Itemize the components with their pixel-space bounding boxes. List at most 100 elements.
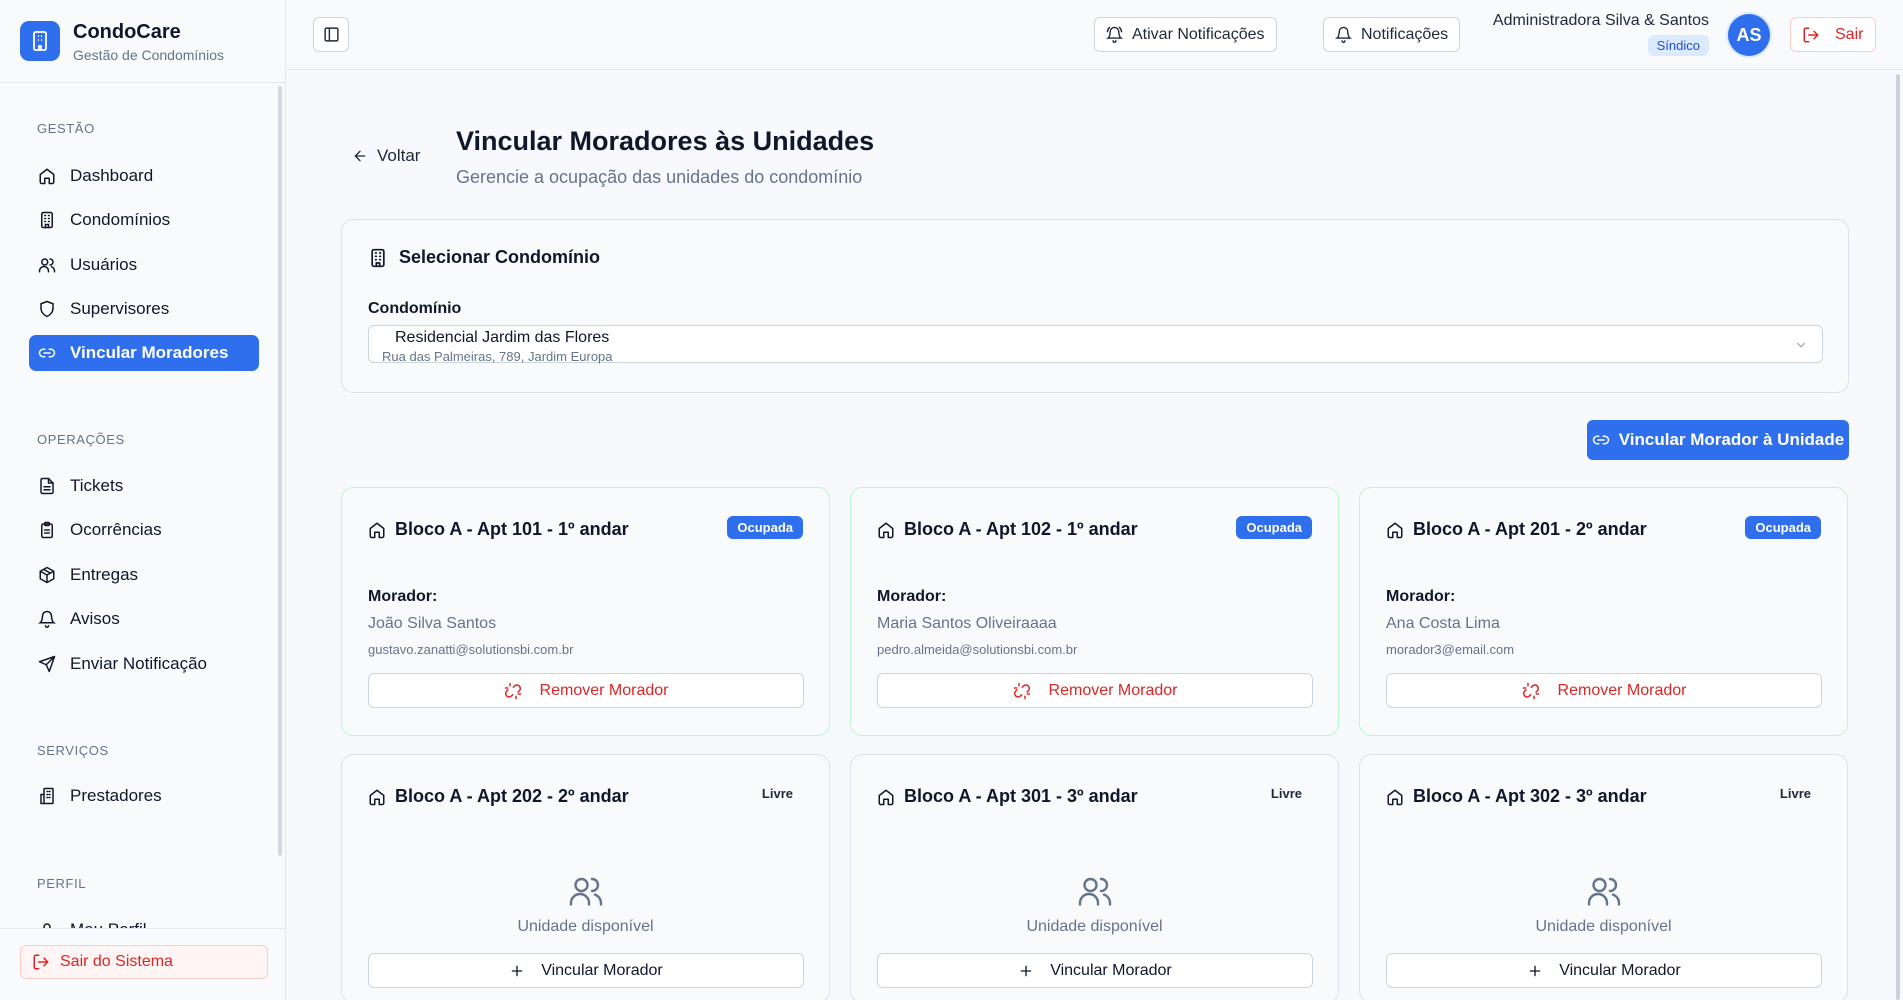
building-logo-icon (20, 21, 60, 61)
back-button[interactable]: Voltar (352, 146, 420, 166)
sidebar-item-vincular-moradores[interactable]: Vincular Moradores (29, 335, 259, 371)
sidebar-toggle-button[interactable] (313, 17, 349, 52)
unit-card: Bloco A - Apt 302 - 3º andar Livre Unida… (1359, 754, 1848, 1000)
sidebar-item-label: Usuários (70, 255, 138, 274)
clipboard-icon (41, 521, 53, 539)
unit-available-text: Unidade disponível (1026, 918, 1163, 935)
page-subtitle: Gerencie a ocupação das unidades do cond… (456, 167, 863, 187)
section-label-gestao: GESTÃO (37, 121, 95, 136)
status-badge: Livre (1779, 786, 1811, 801)
exit-button[interactable]: Sair (1790, 17, 1876, 52)
unit-title-label: Bloco A - Apt 301 - 3º andar (904, 786, 1138, 806)
back-label: Voltar (377, 146, 421, 165)
sidebar-item-enviar-notificacao[interactable]: Enviar Notificação (29, 646, 259, 682)
status-badge: Livre (761, 786, 793, 801)
remove-resident-button[interactable]: Remover Morador (368, 673, 804, 708)
sidebar-item-supervisores[interactable]: Supervisores (29, 291, 259, 327)
sidebar-item-label: Condomínios (70, 210, 171, 229)
unit-card: Bloco A - Apt 102 - 1º andar Ocupada Mor… (850, 487, 1339, 736)
unit-title: Bloco A - Apt 302 - 3º andar (1386, 786, 1647, 807)
home-icon (878, 789, 894, 805)
resident-label: Morador: (368, 588, 438, 605)
sidebar: CondoCare Gestão de Condomínios GESTÃO D… (0, 0, 286, 1000)
logout-system-button[interactable]: Sair do Sistema (20, 945, 268, 979)
sidebar-item-condominios[interactable]: Condomínios (29, 202, 259, 238)
link-resident-to-unit-button[interactable]: Vincular Morador à Unidade (1587, 420, 1849, 460)
bell-icon (1335, 26, 1352, 43)
notifications-button[interactable]: Notificações (1323, 17, 1461, 52)
exit-label: Sair (1835, 25, 1864, 43)
sidebar-item-prestadores[interactable]: Prestadores (29, 778, 259, 814)
unit-title: Bloco A - Apt 301 - 3º andar (877, 786, 1138, 807)
condo-selected-address: Rua das Palmeiras, 789, Jardim Europa (382, 349, 613, 364)
sidebar-item-label: Meu Perfil (70, 920, 147, 928)
page-title: Vincular Moradores às Unidades (456, 126, 875, 156)
users-icon (1587, 877, 1621, 906)
condo-selected-name: Residencial Jardim das Flores (395, 329, 610, 346)
link-icon (38, 348, 56, 358)
user-icon (43, 923, 51, 928)
link-resident-button[interactable]: Vincular Morador (1386, 953, 1822, 988)
panel-left-icon (323, 27, 339, 42)
condo-select-card: Selecionar Condomínio Condomínio Residen… (341, 219, 1849, 393)
home-icon (878, 522, 894, 538)
status-badge: Ocupada (727, 516, 803, 539)
chevron-down-icon (1796, 342, 1806, 348)
home-icon (1387, 789, 1403, 805)
unit-title: Bloco A - Apt 101 - 1º andar (368, 519, 629, 540)
buildings-icon (40, 787, 54, 805)
unit-available-text: Unidade disponível (1535, 918, 1672, 935)
sidebar-scrollbar[interactable] (278, 86, 282, 856)
unit-title-label: Bloco A - Apt 102 - 1º andar (904, 519, 1138, 539)
notifications-label: Notificações (1361, 25, 1449, 43)
building-icon (371, 248, 385, 267)
unlink-icon (1013, 682, 1030, 699)
link-resident-button[interactable]: Vincular Morador (877, 953, 1313, 988)
status-badge: Livre (1270, 786, 1302, 801)
unit-title-label: Bloco A - Apt 101 - 1º andar (395, 519, 629, 539)
users-icon (1078, 877, 1112, 906)
unlink-icon (504, 682, 521, 699)
home-icon (1387, 522, 1403, 538)
resident-name: João Silva Santos (368, 615, 497, 632)
sidebar-item-usuarios[interactable]: Usuários (29, 247, 259, 283)
unit-available-text: Unidade disponível (517, 918, 654, 935)
remove-resident-label: Remover Morador (1557, 681, 1687, 699)
resident-label: Morador: (1386, 588, 1456, 605)
sidebar-item-label: Supervisores (70, 299, 170, 318)
file-text-icon (40, 477, 54, 495)
sidebar-item-ocorrencias[interactable]: Ocorrências (29, 512, 259, 548)
remove-resident-label: Remover Morador (539, 681, 669, 699)
plus-icon (1529, 965, 1541, 976)
log-out-icon (33, 954, 49, 970)
remove-resident-button[interactable]: Remover Morador (1386, 673, 1822, 708)
sidebar-item-label: Entregas (70, 565, 139, 584)
sidebar-item-tickets[interactable]: Tickets (29, 468, 259, 504)
unit-card: Bloco A - Apt 202 - 2º andar Livre Unida… (341, 754, 830, 1000)
resident-name: Maria Santos Oliveiraaaa (877, 615, 1057, 632)
home-icon (369, 789, 385, 805)
main-scrollbar[interactable] (1896, 74, 1900, 1000)
package-icon (39, 566, 55, 584)
sidebar-item-avisos[interactable]: Avisos (29, 601, 259, 637)
link-icon (1592, 435, 1610, 445)
resident-email: morador3@email.com (1386, 642, 1515, 657)
sidebar-item-label: Ocorrências (70, 520, 162, 539)
sidebar-item-label: Vincular Moradores (70, 343, 229, 362)
sidebar-item-meu-perfil[interactable]: Meu Perfil (29, 912, 259, 928)
sidebar-item-label: Tickets (70, 476, 124, 495)
sidebar-item-entregas[interactable]: Entregas (29, 557, 259, 593)
unit-title-label: Bloco A - Apt 302 - 3º andar (1413, 786, 1647, 806)
resident-name: Ana Costa Lima (1386, 615, 1500, 632)
condo-select[interactable]: Residencial Jardim das Flores Rua das Pa… (368, 325, 1823, 364)
logout-system-label: Sair do Sistema (60, 953, 173, 970)
link-resident-to-unit-label: Vincular Morador à Unidade (1618, 430, 1845, 449)
avatar[interactable]: AS (1728, 14, 1770, 56)
link-resident-label: Vincular Morador (541, 961, 663, 979)
enable-notifications-label: Ativar Notificações (1132, 25, 1265, 43)
brand-subtitle: Gestão de Condomínios (73, 46, 224, 63)
remove-resident-button[interactable]: Remover Morador (877, 673, 1313, 708)
enable-notifications-button[interactable]: Ativar Notificações (1094, 17, 1277, 52)
link-resident-button[interactable]: Vincular Morador (368, 953, 804, 988)
sidebar-item-dashboard[interactable]: Dashboard (29, 158, 259, 194)
